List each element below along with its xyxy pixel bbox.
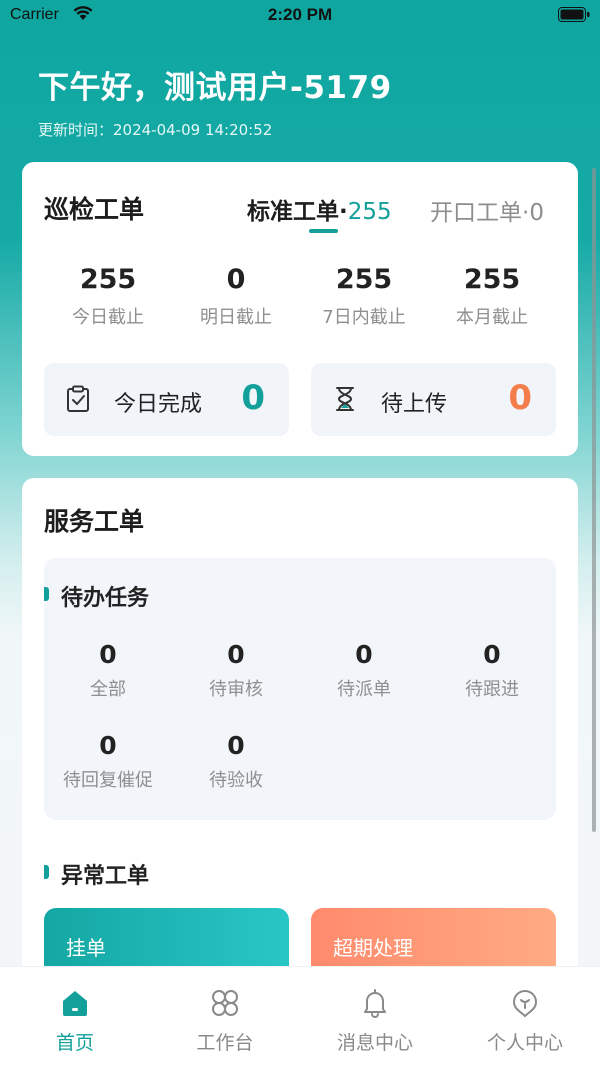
- todo-label: 待跟进: [465, 679, 519, 700]
- hourglass-icon: [336, 387, 354, 411]
- section-marker: [44, 865, 49, 879]
- tab-label: 消息中心: [336, 1032, 413, 1054]
- pending-upload-label: 待上传: [381, 392, 448, 417]
- anomaly-overdue-label: 超期处理: [333, 936, 413, 960]
- section-marker: [44, 587, 49, 601]
- todo-label: 待派单: [337, 679, 391, 700]
- stat-value: 255: [463, 264, 521, 295]
- scrollbar[interactable]: [592, 168, 596, 832]
- todo-label: 待审核: [209, 679, 263, 700]
- tab-label: 工作台: [196, 1032, 254, 1054]
- todo-acceptance[interactable]: 0 待验收: [172, 731, 300, 792]
- todo-value: 0: [99, 731, 117, 760]
- update-time: 更新时间：2024-04-09 14:20:52: [38, 121, 273, 139]
- bell-icon: [364, 989, 386, 1018]
- todo-value: 0: [227, 731, 245, 760]
- tab-standard-separator: ·: [339, 199, 348, 225]
- status-bar: Carrier 2:20 PM: [0, 0, 600, 32]
- today-completed-label: 今日完成: [114, 392, 203, 417]
- todo-title: 待办任务: [61, 586, 150, 611]
- stat-value: 255: [335, 264, 393, 295]
- stat-due-today[interactable]: 255 今日截止: [44, 264, 172, 329]
- todo-review[interactable]: 0 待审核: [172, 640, 300, 701]
- today-completed-value: 0: [241, 378, 265, 418]
- anomaly-title: 异常工单: [61, 864, 150, 889]
- stat-due-7days[interactable]: 255 7日内截止: [300, 264, 428, 329]
- todo-label: 待验收: [209, 770, 263, 791]
- stat-label: 今日截止: [72, 307, 144, 328]
- stat-due-month[interactable]: 255 本月截止: [428, 264, 556, 329]
- clipboard-check-icon: [67, 385, 89, 412]
- clock: 2:20 PM: [267, 5, 333, 24]
- inspection-title: 巡检工单: [44, 195, 145, 224]
- todo-panel: 待办任务 0 全部 0 待审核 0 待派单 0 待跟进 0 待回复催促 0 待验…: [44, 558, 556, 820]
- tab-label: 个人中心: [486, 1032, 563, 1054]
- stat-value: 0: [226, 264, 246, 295]
- battery-icon: [558, 7, 590, 22]
- todo-value: 0: [483, 640, 501, 669]
- service-card: 服务工单 待办任务 0 全部 0 待审核 0 待派单 0 待跟进 0 待回复催促…: [22, 478, 578, 998]
- tab-profile[interactable]: 个人中心: [450, 967, 600, 1067]
- todo-value: 0: [99, 640, 117, 669]
- tab-standard-label: 标准工单: [247, 199, 339, 225]
- active-tab-indicator: [309, 229, 338, 233]
- todo-value: 0: [355, 640, 373, 669]
- tab-open-label: 开口工单: [430, 200, 522, 226]
- todo-label: 全部: [90, 679, 126, 700]
- bottom-tab-bar: 首页 工作台 消息中心 个人中心: [0, 966, 600, 1067]
- inspection-card: 巡检工单 标准工单·255 开口工单·0 255 今日截止 0 明日截止 255…: [22, 162, 578, 456]
- tab-standard-order[interactable]: 标准工单·255: [247, 192, 392, 226]
- tab-standard-count: 255: [347, 199, 392, 225]
- today-completed-box[interactable]: 今日完成 0: [44, 363, 289, 436]
- home-icon: [63, 991, 87, 1016]
- stat-label: 明日截止: [200, 307, 272, 328]
- pending-upload-value: 0: [508, 378, 532, 418]
- todo-reply-urge[interactable]: 0 待回复催促: [44, 731, 172, 792]
- todo-value: 0: [227, 640, 245, 669]
- pending-upload-box[interactable]: 待上传 0: [311, 363, 556, 436]
- greeting-title: 下午好，测试用户-5179: [38, 70, 392, 106]
- stat-value: 255: [79, 264, 137, 295]
- workbench-icon: [212, 990, 238, 1016]
- anomaly-hang-label: 挂单: [66, 936, 106, 960]
- tab-home[interactable]: 首页: [0, 967, 150, 1067]
- todo-label: 待回复催促: [63, 770, 153, 791]
- tab-open-order[interactable]: 开口工单·0: [430, 193, 544, 227]
- todo-follow-up[interactable]: 0 待跟进: [428, 640, 556, 701]
- tab-workbench[interactable]: 工作台: [150, 967, 300, 1067]
- tab-open-count: 0: [529, 200, 544, 226]
- stat-label: 本月截止: [456, 307, 528, 328]
- stat-label: 7日内截止: [322, 307, 406, 328]
- stat-due-tomorrow[interactable]: 0 明日截止: [172, 264, 300, 329]
- profile-icon: [512, 989, 538, 1018]
- tab-label: 首页: [55, 1032, 94, 1054]
- todo-all[interactable]: 0 全部: [44, 640, 172, 701]
- todo-dispatch[interactable]: 0 待派单: [300, 640, 428, 701]
- service-title: 服务工单: [44, 507, 145, 536]
- tab-messages[interactable]: 消息中心: [300, 967, 450, 1067]
